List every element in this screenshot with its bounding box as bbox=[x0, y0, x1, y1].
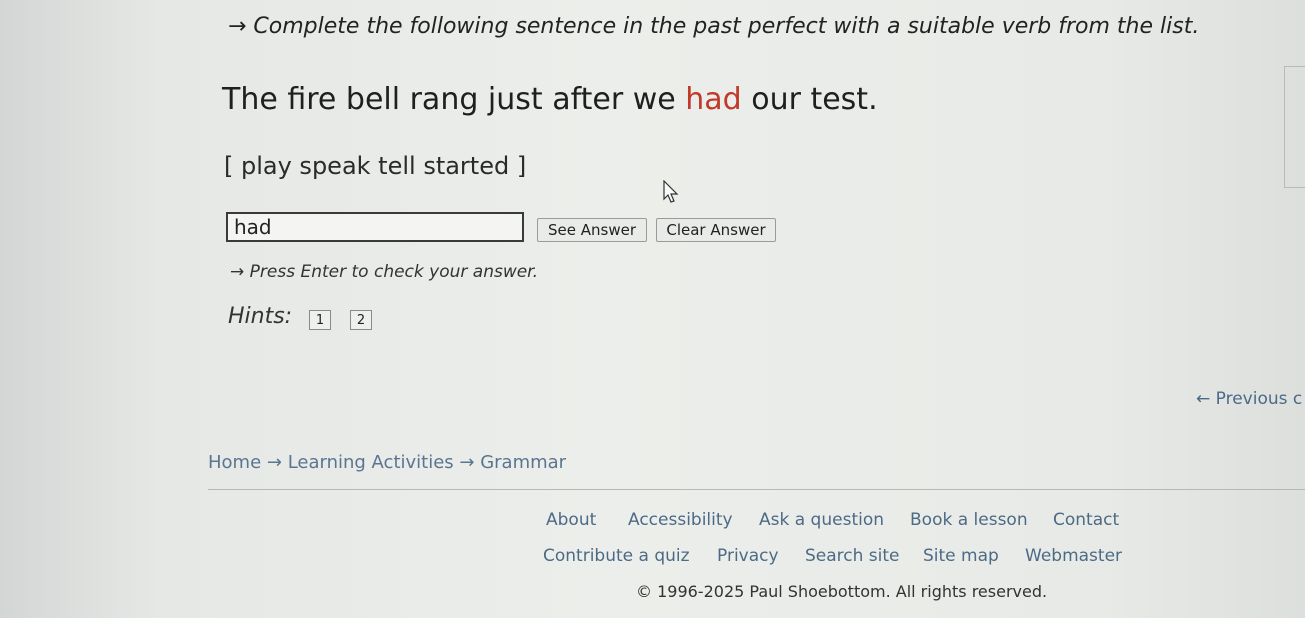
sentence-before: The fire bell rang just after we bbox=[222, 82, 686, 117]
footer-link-contact[interactable]: Contact bbox=[1053, 510, 1119, 530]
footer-link-privacy[interactable]: Privacy bbox=[717, 546, 779, 566]
footer-link-site-map[interactable]: Site map bbox=[923, 546, 999, 566]
hint-2-button[interactable]: 2 bbox=[350, 310, 372, 330]
breadcrumb-home-link[interactable]: Home bbox=[208, 452, 261, 473]
hints-label: Hints: bbox=[228, 304, 293, 329]
see-answer-button[interactable]: See Answer bbox=[537, 218, 647, 242]
hint-1-button[interactable]: 1 bbox=[309, 310, 331, 330]
footer-link-ask-question[interactable]: Ask a question bbox=[759, 510, 884, 530]
enter-instruction: → Press Enter to check your answer. bbox=[230, 262, 539, 282]
breadcrumb-learning-activities-link[interactable]: Learning Activities bbox=[288, 452, 454, 473]
sentence-after: our test. bbox=[741, 82, 878, 117]
clear-answer-button[interactable]: Clear Answer bbox=[656, 218, 776, 242]
footer-link-book-lesson[interactable]: Book a lesson bbox=[910, 510, 1028, 530]
mouse-cursor-icon bbox=[663, 180, 679, 203]
footer-link-contribute-quiz[interactable]: Contribute a quiz bbox=[543, 546, 690, 566]
word-list: [ play speak tell started ] bbox=[224, 152, 527, 180]
sentence-answer: had bbox=[685, 82, 742, 117]
footer-links-row-2: Contribute a quiz Privacy Search site Si… bbox=[0, 546, 1305, 568]
footer-links-row-1: About Accessibility Ask a question Book … bbox=[0, 510, 1305, 532]
side-panel-edge bbox=[1284, 66, 1305, 188]
footer-link-accessibility[interactable]: Accessibility bbox=[628, 510, 733, 530]
exercise-sentence: The fire bell rang just after we had our… bbox=[222, 82, 878, 117]
breadcrumb: Home → Learning Activities → Grammar bbox=[208, 452, 566, 473]
copyright-text: © 1996-2025 Paul Shoebottom. All rights … bbox=[636, 582, 1048, 601]
breadcrumb-grammar-link[interactable]: Grammar bbox=[480, 452, 566, 473]
previous-link[interactable]: ← Previous c bbox=[1196, 389, 1302, 409]
footer-link-about[interactable]: About bbox=[546, 510, 596, 530]
answer-input[interactable] bbox=[226, 212, 524, 242]
breadcrumb-separator: → bbox=[453, 452, 481, 473]
instruction-text: → Complete the following sentence in the… bbox=[228, 14, 1200, 39]
footer-divider bbox=[208, 489, 1305, 490]
footer-link-webmaster[interactable]: Webmaster bbox=[1025, 546, 1122, 566]
footer-link-search-site[interactable]: Search site bbox=[805, 546, 900, 566]
breadcrumb-separator: → bbox=[261, 452, 288, 473]
